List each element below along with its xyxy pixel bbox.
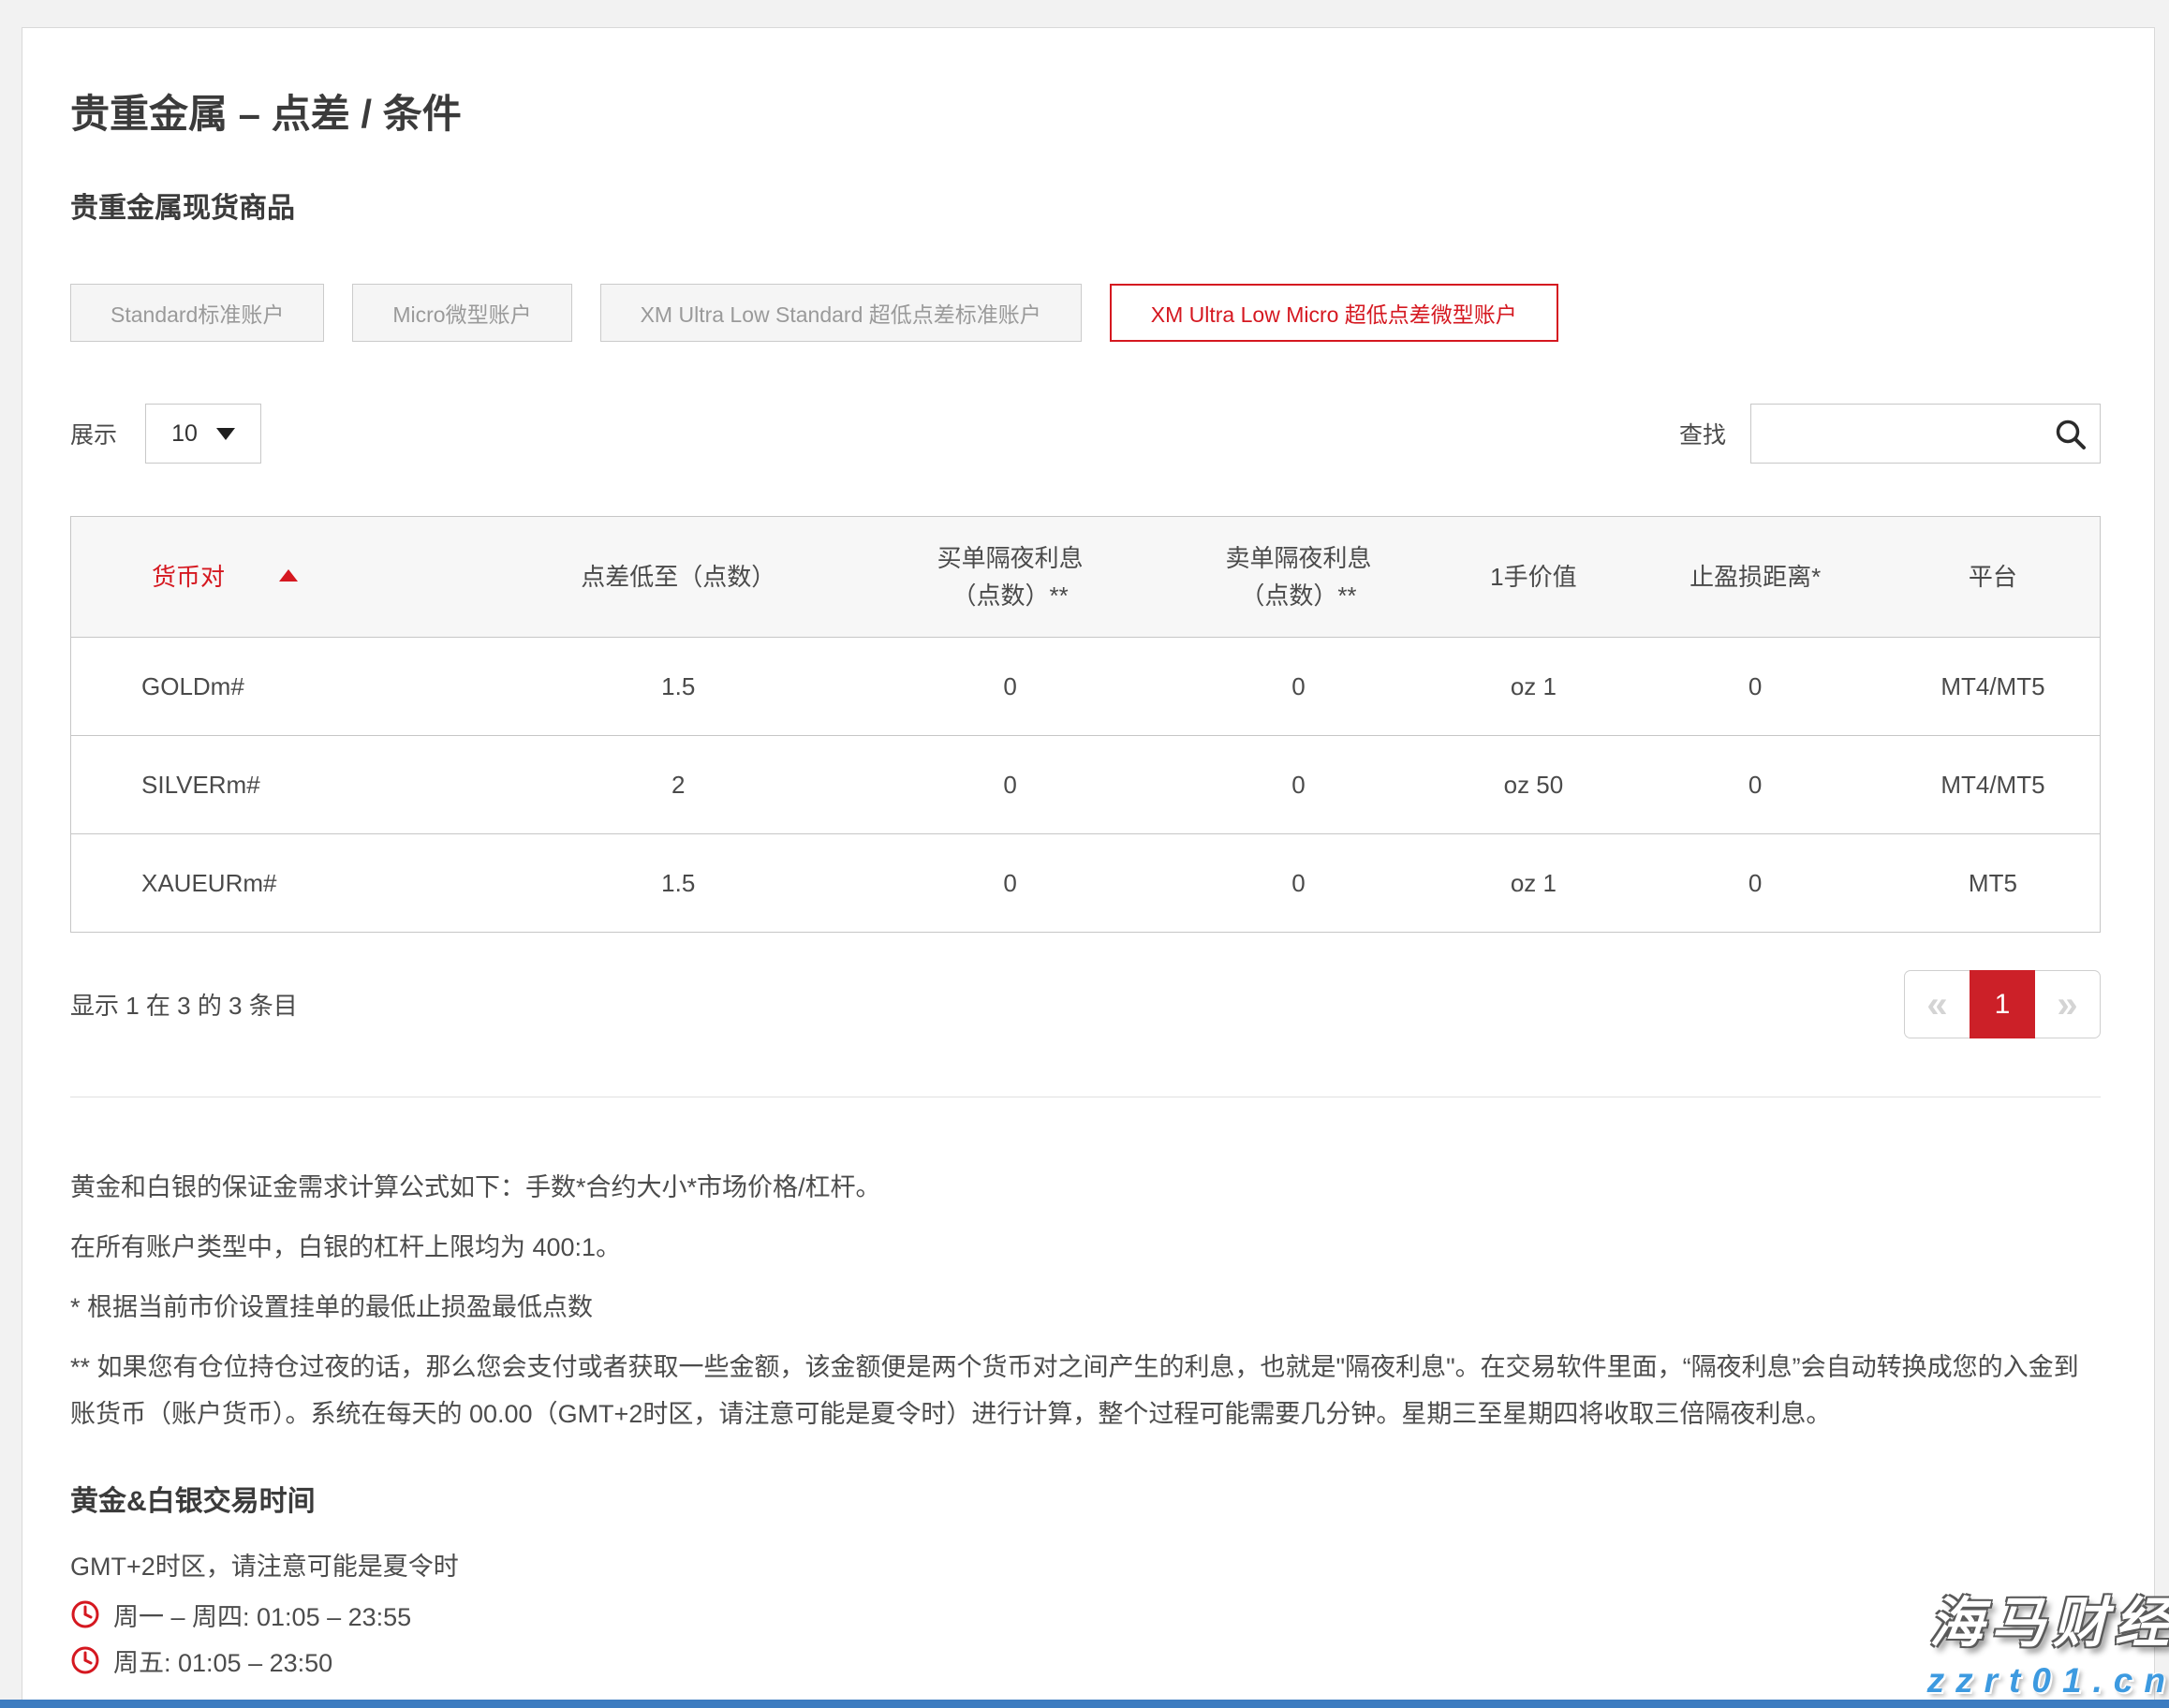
main-content-card: 贵重金属 – 点差 / 条件 贵重金属现货商品 Standard标准账户 Micr… xyxy=(22,27,2155,1708)
bottom-blue-bar xyxy=(0,1700,2169,1708)
tab-ultra-low-micro-account[interactable]: XM Ultra Low Micro 超低点差微型账户 xyxy=(1110,284,1558,342)
value-cell: 0 xyxy=(1624,638,1885,736)
column-header[interactable]: 平台 xyxy=(1886,517,2101,638)
spreads-table: 货币对 点差低至（点数） 买单隔夜利息 （点数）** 卖单隔夜利息 （点数）** 1手价… xyxy=(70,516,2101,933)
notes-section: 黄金和白银的保证金需求计算公式如下：手数*合约大小*市场价格/杠杆。在所有账户类… xyxy=(70,1165,2101,1438)
pagination-prev-button[interactable]: « xyxy=(1904,970,1970,1038)
symbol-cell: SILVERm# xyxy=(71,736,491,834)
table-row: GOLDm#1.500oz 10MT4/MT5 xyxy=(71,638,2101,736)
page-title: 贵重金属 – 点差 / 条件 xyxy=(70,82,2101,140)
pagination-next-button[interactable]: » xyxy=(2035,970,2101,1038)
trading-hours-text: 周一 – 周四: 01:05 – 23:55 xyxy=(113,1597,411,1633)
tab-micro-account[interactable]: Micro微型账户 xyxy=(352,284,571,342)
table-header: 货币对 点差低至（点数） 买单隔夜利息 （点数）** 卖单隔夜利息 （点数）** 1手价… xyxy=(71,517,2101,638)
trading-hours-schedule: 周一 – 周四: 01:05 – 23:55 周五: 01:05 – 23:50 xyxy=(70,1597,2101,1679)
value-cell: MT4/MT5 xyxy=(1886,736,2101,834)
value-cell: MT4/MT5 xyxy=(1886,638,2101,736)
value-cell: 1.5 xyxy=(491,638,866,736)
column-header[interactable]: 货币对 xyxy=(71,517,491,638)
column-header[interactable]: 买单隔夜利息 （点数）** xyxy=(866,517,1155,638)
pagination-row: 显示 1 在 3 的 3 条目 « 1 » xyxy=(70,970,2101,1038)
value-cell: 0 xyxy=(866,638,1155,736)
value-cell: 0 xyxy=(1624,736,1885,834)
column-header-label: 平台 xyxy=(1969,563,2017,591)
table-header-row: 货币对 点差低至（点数） 买单隔夜利息 （点数）** 卖单隔夜利息 （点数）** 1手价… xyxy=(71,517,2101,638)
show-label: 展示 xyxy=(70,417,117,450)
page-subtitle: 贵重金属现货商品 xyxy=(70,184,2101,226)
page-size-dropdown[interactable]: 10 xyxy=(145,404,261,464)
value-cell: 0 xyxy=(866,736,1155,834)
column-header[interactable]: 点差低至（点数） xyxy=(491,517,866,638)
search-label: 查找 xyxy=(1679,417,1726,450)
pagination: « 1 » xyxy=(1904,970,2101,1038)
trading-hours-line: 周一 – 周四: 01:05 – 23:55 xyxy=(70,1597,2101,1633)
search-input[interactable] xyxy=(1751,405,2100,463)
table-controls: 展示 10 查找 xyxy=(70,404,2101,464)
tab-standard-account[interactable]: Standard标准账户 xyxy=(70,284,324,342)
value-cell: 2 xyxy=(491,736,866,834)
table-row: SILVERm#200oz 500MT4/MT5 xyxy=(71,736,2101,834)
symbol-cell: XAUEURm# xyxy=(71,834,491,933)
column-header-label: 卖单隔夜利息 （点数）** xyxy=(1225,544,1371,610)
clock-icon xyxy=(70,1645,100,1675)
table-body: GOLDm#1.500oz 10MT4/MT5SILVERm#200oz 500… xyxy=(71,638,2101,933)
value-cell: 1.5 xyxy=(491,834,866,933)
value-cell: 0 xyxy=(1624,834,1885,933)
pagination-summary: 显示 1 在 3 的 3 条目 xyxy=(70,987,298,1022)
value-cell: MT5 xyxy=(1886,834,2101,933)
column-header-label: 点差低至（点数） xyxy=(581,563,775,591)
table-row: XAUEURm#1.500oz 10MT5 xyxy=(71,834,2101,933)
note-paragraph: * 根据当前市价设置挂单的最低止损盈最低点数 xyxy=(70,1285,2101,1332)
note-paragraph: 在所有账户类型中，白银的杠杆上限均为 400:1。 xyxy=(70,1225,2101,1272)
note-paragraph: 黄金和白银的保证金需求计算公式如下：手数*合约大小*市场价格/杠杆。 xyxy=(70,1165,2101,1212)
sort-asc-icon xyxy=(279,569,298,582)
column-header[interactable]: 止盈损距离* xyxy=(1624,517,1885,638)
page-size-value: 10 xyxy=(171,420,198,448)
column-header-label: 买单隔夜利息 （点数）** xyxy=(937,544,1084,610)
symbol-cell: GOLDm# xyxy=(71,638,491,736)
trading-hours-heading: 黄金&白银交易时间 xyxy=(70,1478,2101,1519)
column-header-label: 止盈损距离* xyxy=(1689,563,1821,591)
column-header-label: 货币对 xyxy=(152,563,225,591)
note-paragraph: ** 如果您有仓位持仓过夜的话，那么您会支付或者获取一些金额，该金额便是两个货币… xyxy=(70,1345,2101,1438)
pagination-current-page[interactable]: 1 xyxy=(1970,970,2035,1038)
value-cell: oz 50 xyxy=(1442,736,1624,834)
value-cell: 0 xyxy=(1155,638,1443,736)
value-cell: oz 1 xyxy=(1442,638,1624,736)
clock-icon xyxy=(70,1599,100,1629)
tab-ultra-low-standard-account[interactable]: XM Ultra Low Standard 超低点差标准账户 xyxy=(600,284,1082,342)
content-area: 贵重金属 – 点差 / 条件 贵重金属现货商品 Standard标准账户 Micr… xyxy=(22,28,2154,1708)
column-header[interactable]: 卖单隔夜利息 （点数）** xyxy=(1155,517,1443,638)
trading-hours-text: 周五: 01:05 – 23:50 xyxy=(113,1642,332,1679)
account-type-tabs: Standard标准账户 Micro微型账户 XM Ultra Low Standa… xyxy=(70,284,2101,342)
chevron-down-icon xyxy=(216,428,235,440)
trading-hours-line: 周五: 01:05 – 23:50 xyxy=(70,1642,2101,1679)
search-icon xyxy=(2053,417,2088,452)
value-cell: oz 1 xyxy=(1442,834,1624,933)
column-header-label: 1手价值 xyxy=(1490,563,1576,591)
value-cell: 0 xyxy=(1155,834,1443,933)
value-cell: 0 xyxy=(1155,736,1443,834)
search-box xyxy=(1750,404,2101,464)
column-header[interactable]: 1手价值 xyxy=(1442,517,1624,638)
value-cell: 0 xyxy=(866,834,1155,933)
trading-hours-timezone: GMT+2时区，请注意可能是夏令时 xyxy=(70,1547,2101,1587)
